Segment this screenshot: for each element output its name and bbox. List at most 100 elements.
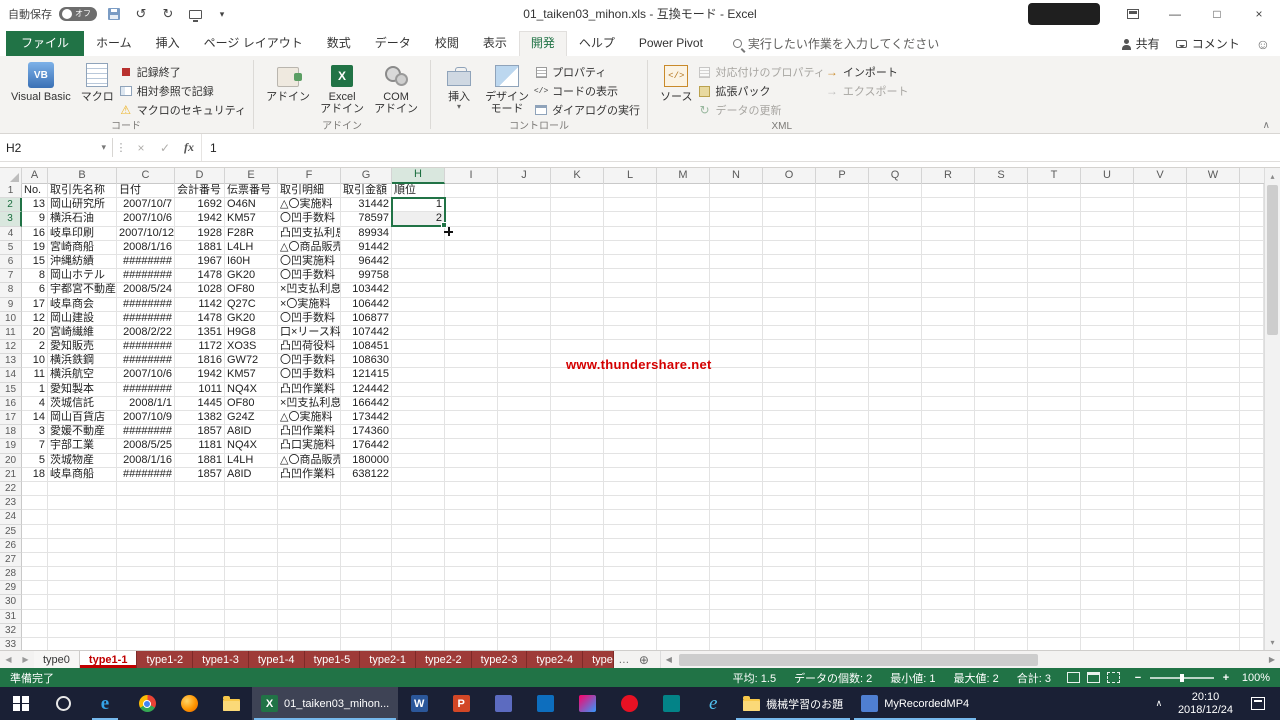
cell-M24[interactable]: [657, 510, 710, 524]
cell-V16[interactable]: [1134, 397, 1187, 411]
cell-P20[interactable]: [816, 454, 869, 468]
cell-N25[interactable]: [710, 525, 763, 539]
cell-T5[interactable]: [1028, 241, 1081, 255]
row-header-19[interactable]: 19: [0, 439, 22, 453]
cell-T14[interactable]: [1028, 368, 1081, 382]
cell-W5[interactable]: [1187, 241, 1240, 255]
cell-L25[interactable]: [604, 525, 657, 539]
row-header-30[interactable]: 30: [0, 595, 22, 609]
cell-O30[interactable]: [763, 595, 816, 609]
cell-T20[interactable]: [1028, 454, 1081, 468]
cell-H19[interactable]: [392, 439, 445, 453]
cell-B12[interactable]: 愛知販売: [48, 340, 117, 354]
cell-M9[interactable]: [657, 298, 710, 312]
ribbon-tab-6[interactable]: 表示: [471, 31, 519, 56]
cell-S19[interactable]: [975, 439, 1028, 453]
cell-H11[interactable]: [392, 326, 445, 340]
cell-T12[interactable]: [1028, 340, 1081, 354]
cell-N33[interactable]: [710, 638, 763, 650]
export-button[interactable]: → エクスポート: [825, 83, 909, 99]
cell-S23[interactable]: [975, 496, 1028, 510]
cell-W20[interactable]: [1187, 454, 1240, 468]
cell-F8[interactable]: ×凹支払利息: [278, 283, 341, 297]
cell-L3[interactable]: [604, 212, 657, 226]
cell-V24[interactable]: [1134, 510, 1187, 524]
cell-P26[interactable]: [816, 539, 869, 553]
cell-C23[interactable]: [117, 496, 175, 510]
cell-D26[interactable]: [175, 539, 225, 553]
cell-J24[interactable]: [498, 510, 551, 524]
cell-P10[interactable]: [816, 312, 869, 326]
cell-D7[interactable]: 1478: [175, 269, 225, 283]
cell-D1[interactable]: 会計番号: [175, 184, 225, 198]
cell-H1[interactable]: 順位: [392, 184, 445, 198]
cell-N4[interactable]: [710, 227, 763, 241]
ribbon-tab-5[interactable]: 校閲: [423, 31, 471, 56]
cell-F10[interactable]: 〇凹手数料: [278, 312, 341, 326]
cell-T17[interactable]: [1028, 411, 1081, 425]
run-dialog-button[interactable]: ダイアログの実行: [534, 102, 640, 118]
cell-L20[interactable]: [604, 454, 657, 468]
cell-A17[interactable]: 14: [22, 411, 48, 425]
cell-P23[interactable]: [816, 496, 869, 510]
cell-I10[interactable]: [445, 312, 498, 326]
cell-K32[interactable]: [551, 624, 604, 638]
cell-H13[interactable]: [392, 354, 445, 368]
cell-N1[interactable]: [710, 184, 763, 198]
cell-L26[interactable]: [604, 539, 657, 553]
cell-W30[interactable]: [1187, 595, 1240, 609]
cell-I13[interactable]: [445, 354, 498, 368]
cell-U32[interactable]: [1081, 624, 1134, 638]
cell-R17[interactable]: [922, 411, 975, 425]
maximize-button[interactable]: □: [1196, 0, 1238, 28]
cell-G1[interactable]: 取引金額: [341, 184, 392, 198]
cell-G14[interactable]: 121415: [341, 368, 392, 382]
cell-U23[interactable]: [1081, 496, 1134, 510]
cell-M11[interactable]: [657, 326, 710, 340]
column-header-Q[interactable]: Q: [869, 168, 922, 184]
row-header-5[interactable]: 5: [0, 241, 22, 255]
cell-K26[interactable]: [551, 539, 604, 553]
cell-J26[interactable]: [498, 539, 551, 553]
cell-L28[interactable]: [604, 567, 657, 581]
cell-N11[interactable]: [710, 326, 763, 340]
cell-B31[interactable]: [48, 610, 117, 624]
cell-W24[interactable]: [1187, 510, 1240, 524]
cell-V3[interactable]: [1134, 212, 1187, 226]
cell-T6[interactable]: [1028, 255, 1081, 269]
cell-J18[interactable]: [498, 425, 551, 439]
cell-V13[interactable]: [1134, 354, 1187, 368]
cell-I26[interactable]: [445, 539, 498, 553]
cell-B32[interactable]: [48, 624, 117, 638]
row-header-18[interactable]: 18: [0, 425, 22, 439]
cell-P19[interactable]: [816, 439, 869, 453]
cell-A13[interactable]: 10: [22, 354, 48, 368]
cell-H8[interactable]: [392, 283, 445, 297]
cell-E33[interactable]: [225, 638, 278, 650]
cell-E8[interactable]: OF80: [225, 283, 278, 297]
cell-I22[interactable]: [445, 482, 498, 496]
row-header-25[interactable]: 25: [0, 525, 22, 539]
cell-S32[interactable]: [975, 624, 1028, 638]
cell-G17[interactable]: 173442: [341, 411, 392, 425]
cell-C9[interactable]: ########: [117, 298, 175, 312]
cell-V23[interactable]: [1134, 496, 1187, 510]
cell-S18[interactable]: [975, 425, 1028, 439]
cell-M6[interactable]: [657, 255, 710, 269]
cell-U26[interactable]: [1081, 539, 1134, 553]
cell-J15[interactable]: [498, 383, 551, 397]
column-header-R[interactable]: R: [922, 168, 975, 184]
cell-C27[interactable]: [117, 553, 175, 567]
cell-D27[interactable]: [175, 553, 225, 567]
taskbar-excel-window-button[interactable]: X 01_taiken03_mihon...: [252, 687, 398, 720]
cell-H12[interactable]: [392, 340, 445, 354]
cell-C11[interactable]: 2008/2/22: [117, 326, 175, 340]
comments-button[interactable]: コメント: [1176, 35, 1240, 52]
cell-V17[interactable]: [1134, 411, 1187, 425]
cell-F27[interactable]: [278, 553, 341, 567]
cell-S26[interactable]: [975, 539, 1028, 553]
cell-H32[interactable]: [392, 624, 445, 638]
cell-E26[interactable]: [225, 539, 278, 553]
cell-J13[interactable]: [498, 354, 551, 368]
cell-W6[interactable]: [1187, 255, 1240, 269]
